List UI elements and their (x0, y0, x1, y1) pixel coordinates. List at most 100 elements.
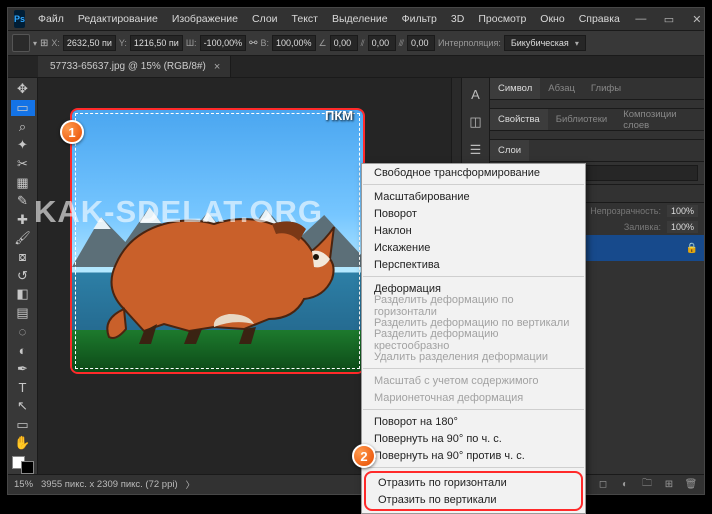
ctx-split-cross: Разделить деформацию крестообразно (362, 331, 585, 348)
document-canvas[interactable] (70, 108, 365, 374)
crop-tool[interactable]: ✂ (11, 156, 35, 173)
status-bar: 15% 3955 пикс. x 2309 пикс. (72 ppi) 〉 ⚯… (8, 474, 704, 494)
y-field[interactable]: 1216,50 пи (130, 35, 183, 51)
tab-paragraph[interactable]: Абзац (540, 78, 583, 99)
ctx-rotate-180[interactable]: Поворот на 180° (362, 413, 585, 430)
tab-title: 57733-65637.jpg @ 15% (RGB/8#) (50, 61, 206, 72)
ctx-skew[interactable]: Наклон (362, 222, 585, 239)
ctx-scale[interactable]: Масштабирование (362, 188, 585, 205)
menu-file[interactable]: Файл (31, 13, 71, 25)
ctx-rotate-90-ccw[interactable]: Повернуть на 90° против ч. с. (362, 447, 585, 464)
dodge-tool[interactable]: ◐ (11, 342, 35, 359)
close-tab-icon[interactable]: × (214, 61, 220, 73)
status-folder-icon[interactable]: 🗀 (640, 476, 654, 493)
path-tool[interactable]: ↖ (11, 398, 35, 415)
ctx-flip-vertical[interactable]: Отразить по вертикали (366, 491, 581, 508)
workspace: ✥ ▭ ⌕ ✦ ✂ ▦ ✎ ✚ 🖌 ⧇ ↺ ◧ ▤ ◌ ◐ ✒ T ↖ ▭ ✋ (8, 78, 704, 474)
minimize-button[interactable]: ― (627, 8, 655, 30)
frame-tool[interactable]: ▦ (11, 174, 35, 191)
brush-tool[interactable]: 🖌 (11, 230, 35, 247)
stamp-tool[interactable]: ⧇ (11, 249, 35, 266)
ctx-rotate-90-cw[interactable]: Повернуть на 90° по ч. с. (362, 430, 585, 447)
ctx-perspective[interactable]: Перспектива (362, 256, 585, 273)
zoom-level[interactable]: 15% (14, 479, 33, 490)
status-mask-icon[interactable]: ◻ (596, 479, 610, 490)
tab-layers[interactable]: Слои (490, 140, 529, 161)
hand-tool[interactable]: ✋ (11, 435, 35, 452)
heal-tool[interactable]: ✚ (11, 211, 35, 228)
image-highlight-frame (70, 108, 365, 374)
opacity-value[interactable]: 100% (667, 205, 698, 217)
character-icon[interactable]: A (466, 84, 486, 104)
menu-window[interactable]: Окно (533, 13, 571, 25)
app-logo: Ps (14, 10, 25, 28)
marquee-tool[interactable]: ▭ (11, 100, 35, 117)
history-brush-tool[interactable]: ↺ (11, 267, 35, 284)
interp-dropdown[interactable]: Бикубическая▾ (504, 35, 586, 51)
eyedropper-tool[interactable]: ✎ (11, 193, 35, 210)
angle-field[interactable]: 0,00 (330, 35, 358, 51)
w-label: Ш: (186, 38, 197, 48)
tab-layercomps[interactable]: Композиции слоев (615, 109, 704, 130)
tab-character[interactable]: Символ (490, 78, 540, 99)
menu-filter[interactable]: Фильтр (395, 13, 444, 25)
blur-tool[interactable]: ◌ (11, 323, 35, 340)
h-field[interactable]: 100,00% (272, 35, 316, 51)
lock-icon: 🔒 (686, 243, 698, 254)
properties-icon[interactable]: ☰ (466, 140, 486, 160)
status-trash-icon[interactable]: 🗑 (684, 479, 698, 490)
reference-point-icon[interactable]: ⊞ (40, 38, 48, 49)
menu-layers[interactable]: Слои (245, 13, 285, 25)
tool-preset-icon[interactable] (12, 34, 30, 52)
status-newlayer-icon[interactable]: ⊞ (662, 479, 676, 490)
ctx-distort[interactable]: Искажение (362, 239, 585, 256)
close-button[interactable]: ✕ (683, 8, 711, 30)
status-adjust-icon[interactable]: ◐ (618, 479, 632, 490)
ctx-flip-horizontal[interactable]: Отразить по горизонтали (366, 474, 581, 491)
menu-select[interactable]: Выделение (325, 13, 395, 25)
x-label: X: (51, 38, 60, 48)
h-label: В: (260, 38, 269, 48)
wand-tool[interactable]: ✦ (11, 137, 35, 154)
ctx-flip-highlight: Отразить по горизонтали Отразить по верт… (364, 471, 583, 511)
menu-edit[interactable]: Редактирование (71, 13, 165, 25)
fill-value[interactable]: 100% (667, 221, 698, 233)
menu-text[interactable]: Текст (285, 13, 325, 25)
maximize-button[interactable]: ▭ (655, 8, 683, 30)
doc-info[interactable]: 3955 пикс. x 2309 пикс. (72 ppi) (41, 479, 178, 490)
tab-properties[interactable]: Свойства (490, 109, 548, 130)
skew-v-field[interactable]: 0,00 (407, 35, 435, 51)
swatches-icon[interactable]: ◫ (466, 112, 486, 132)
pen-tool[interactable]: ✒ (11, 361, 35, 378)
skew-h-field[interactable]: 0,00 (368, 35, 396, 51)
opacity-label: Непрозрачность: (590, 206, 661, 216)
skew-h-icon: ⫽ (361, 38, 365, 49)
annotation-marker-2: 2 (352, 444, 376, 468)
menu-3d[interactable]: 3D (444, 13, 471, 25)
gradient-tool[interactable]: ▤ (11, 305, 35, 322)
ctx-content-aware: Масштаб с учетом содержимого (362, 372, 585, 389)
x-field[interactable]: 2632,50 пи (63, 35, 116, 51)
link-icon[interactable]: ⚯ (249, 38, 257, 49)
ctx-puppet: Марионеточная деформация (362, 389, 585, 406)
menu-view[interactable]: Просмотр (471, 13, 533, 25)
lasso-tool[interactable]: ⌕ (11, 118, 35, 135)
skew-v-icon: ⫻ (399, 38, 404, 49)
panel-tabs-2: Свойства Библиотеки Композиции слоев (490, 109, 704, 131)
ctx-rotate[interactable]: Поворот (362, 205, 585, 222)
w-field[interactable]: -100,00% (200, 35, 247, 51)
tab-libraries[interactable]: Библиотеки (548, 109, 615, 130)
eraser-tool[interactable]: ◧ (11, 286, 35, 303)
ctx-free-transform[interactable]: Свободное трансформирование (362, 164, 585, 181)
menu-image[interactable]: Изображение (165, 13, 245, 25)
type-tool[interactable]: T (11, 379, 35, 396)
panel-tabs-3: Слои (490, 140, 704, 162)
menu-help[interactable]: Справка (572, 13, 627, 25)
panel-tabs-1: Символ Абзац Глифы (490, 78, 704, 100)
shape-tool[interactable]: ▭ (11, 417, 35, 434)
color-swatches[interactable] (12, 456, 34, 474)
tab-glyphs[interactable]: Глифы (583, 78, 629, 99)
annotation-marker-1: 1 (60, 120, 84, 144)
move-tool[interactable]: ✥ (11, 81, 35, 98)
document-tab[interactable]: 57733-65637.jpg @ 15% (RGB/8#) × (38, 56, 231, 77)
